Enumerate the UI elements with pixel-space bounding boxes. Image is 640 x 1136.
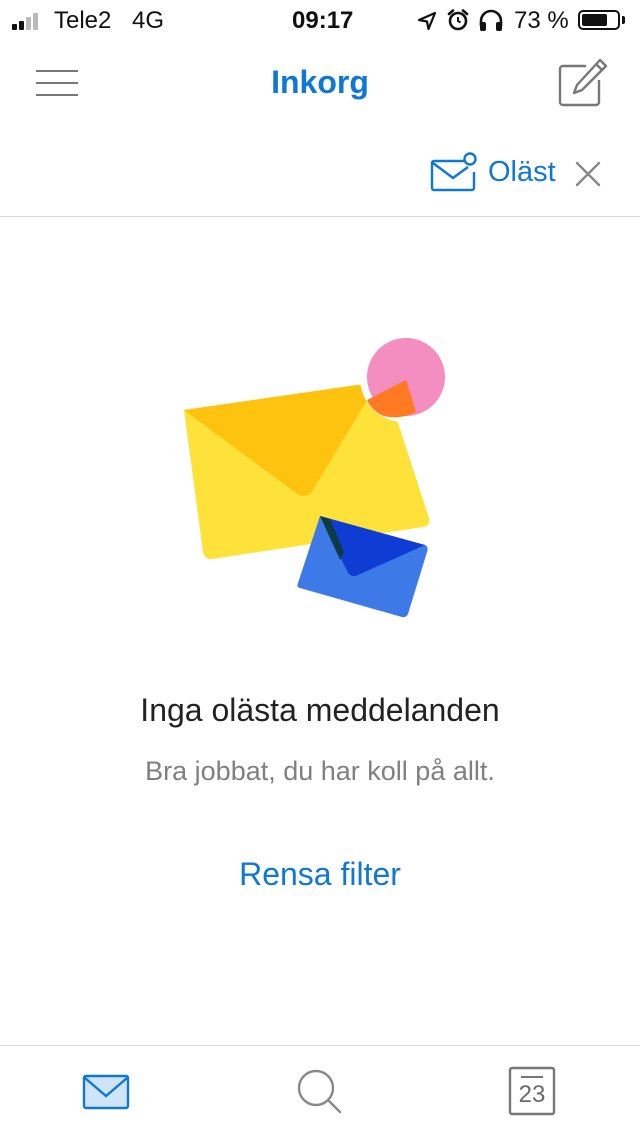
network-type: 4G [132, 7, 165, 34]
empty-state-title: Inga olästa meddelanden [140, 692, 500, 728]
calendar-day-number: 23 [518, 1081, 546, 1108]
headphones-icon [479, 9, 503, 31]
status-bar: Tele2 4G 09:17 73 % [0, 0, 640, 40]
carrier-name: Tele2 [54, 7, 112, 34]
unread-filter-chip[interactable]: Oläst [430, 152, 570, 196]
battery-icon [578, 10, 620, 30]
location-arrow-icon [417, 11, 437, 31]
signal-icon [12, 12, 48, 30]
mail-icon [82, 1074, 130, 1110]
compose-button[interactable] [554, 56, 610, 112]
alarm-icon [447, 9, 469, 31]
compose-icon [558, 58, 608, 107]
tab-search[interactable] [292, 1064, 352, 1120]
header-divider [0, 216, 640, 217]
search-icon [297, 1069, 342, 1114]
unread-filter-label: Oläst [488, 156, 556, 188]
empty-state-subtitle: Bra jobbat, du har koll på allt. [145, 756, 495, 786]
tab-mail[interactable] [80, 1064, 140, 1120]
clock: 09:17 [292, 7, 354, 34]
tab-calendar[interactable]: 23 [508, 1064, 568, 1120]
clear-filter-button[interactable]: Rensa filter [200, 856, 440, 900]
unread-mail-icon [430, 152, 477, 192]
page-title: Inkorg [271, 64, 369, 100]
tab-bar-divider [0, 1045, 640, 1046]
clear-filter-x-button[interactable] [570, 156, 606, 192]
battery-percent: 73 % [514, 7, 569, 34]
envelopes-illustration [184, 334, 448, 618]
battery-tip [622, 16, 625, 24]
blue-envelope [297, 516, 428, 618]
notification-badge [360, 334, 448, 422]
close-icon [575, 161, 601, 187]
